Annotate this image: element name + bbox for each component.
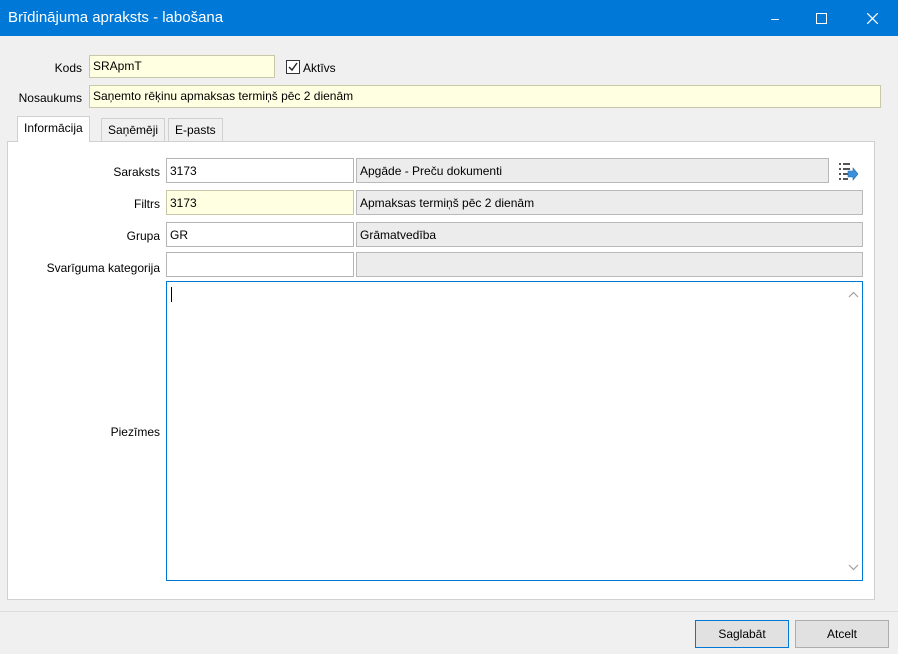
aktivs-checkbox[interactable] xyxy=(286,60,300,74)
open-list-button[interactable] xyxy=(836,160,860,182)
saraksts-desc-field: Apgāde - Preču dokumenti xyxy=(356,158,829,183)
close-icon xyxy=(866,12,878,24)
grupa-code-input[interactable]: GR xyxy=(166,222,354,247)
filtrs-desc-field: Apmaksas termiņš pēc 2 dienām xyxy=(356,190,863,215)
piezimes-textarea[interactable] xyxy=(166,281,863,581)
saraksts-code-input[interactable]: 3173 xyxy=(166,158,354,183)
kods-label: Kods xyxy=(54,61,82,75)
aktivs-label: Aktīvs xyxy=(303,61,336,75)
list-arrow-icon xyxy=(839,163,859,181)
nosaukums-label: Nosaukums xyxy=(18,91,82,105)
saraksts-label: Saraksts xyxy=(113,165,160,179)
nosaukums-input[interactable]: Saņemto rēķinu apmaksas termiņš pēc 2 di… xyxy=(89,85,881,108)
text-cursor xyxy=(171,287,172,302)
grupa-label: Grupa xyxy=(126,229,160,243)
filtrs-label: Filtrs xyxy=(134,197,160,211)
maximize-button[interactable] xyxy=(798,0,844,36)
tab-e-pasts[interactable]: E-pasts xyxy=(168,118,223,142)
tab-informacija[interactable]: Informācija xyxy=(17,116,90,142)
minimize-icon: – xyxy=(771,10,779,26)
piezimes-label: Piezīmes xyxy=(110,425,160,439)
memo-scrollbar[interactable] xyxy=(845,282,862,580)
scroll-up-icon[interactable] xyxy=(845,286,862,303)
svarigums-code-input[interactable] xyxy=(166,252,354,277)
title-bar: Brīdinājuma apraksts - labošana – xyxy=(0,0,898,36)
checkmark-icon xyxy=(288,62,298,72)
svarigums-label: Svarīguma kategorija xyxy=(46,261,160,275)
scroll-down-icon[interactable] xyxy=(845,559,862,576)
svarigums-desc-field xyxy=(356,252,863,277)
cancel-button[interactable]: Atcelt xyxy=(795,620,889,648)
tab-sanemeji[interactable]: Saņēmēji xyxy=(101,118,166,142)
kods-input[interactable]: SRApmT xyxy=(89,55,275,78)
filtrs-code-input[interactable]: 3173 xyxy=(166,190,354,215)
maximize-icon xyxy=(815,12,827,24)
footer-separator xyxy=(0,611,898,612)
minimize-button[interactable]: – xyxy=(752,0,798,36)
window-title: Brīdinājuma apraksts - labošana xyxy=(8,9,224,26)
save-button[interactable]: Saglabāt xyxy=(695,620,789,648)
grupa-desc-field: Grāmatvedība xyxy=(356,222,863,247)
close-button[interactable] xyxy=(849,0,895,36)
